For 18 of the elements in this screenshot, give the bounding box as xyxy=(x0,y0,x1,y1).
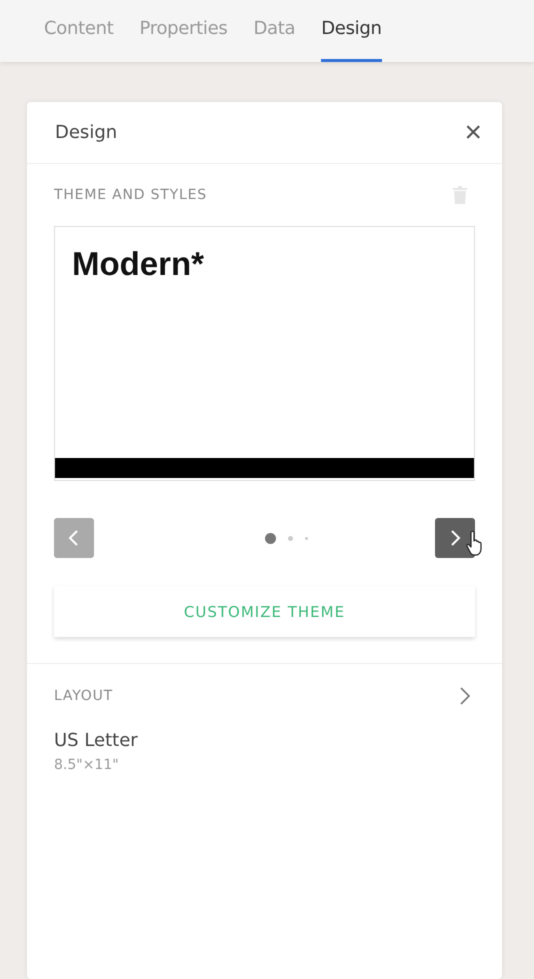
section-heading: THEME AND STYLES xyxy=(54,187,207,203)
layout-name: US Letter xyxy=(54,730,139,751)
chevron-right-icon[interactable] xyxy=(459,686,471,706)
tab[interactable]: Content xyxy=(44,0,114,62)
theme-name: Modern* xyxy=(71,244,205,283)
customize-theme-button[interactable]: CUSTOMIZE THEME xyxy=(54,586,475,637)
layout-size: 8.5"×11" xyxy=(54,757,120,773)
panel-title: Design xyxy=(55,122,118,143)
page-dot[interactable] xyxy=(288,536,293,540)
theme-preview[interactable]: Modern* xyxy=(54,226,475,481)
page-dot[interactable] xyxy=(305,536,308,540)
trash-icon[interactable] xyxy=(453,186,467,204)
tab[interactable]: Data xyxy=(253,0,296,62)
tab[interactable]: Properties xyxy=(140,0,228,62)
section-heading: LAYOUT xyxy=(54,688,114,704)
close-button[interactable]: × xyxy=(464,118,482,148)
page-dot[interactable] xyxy=(265,532,276,544)
tab[interactable]: Design xyxy=(321,0,382,62)
